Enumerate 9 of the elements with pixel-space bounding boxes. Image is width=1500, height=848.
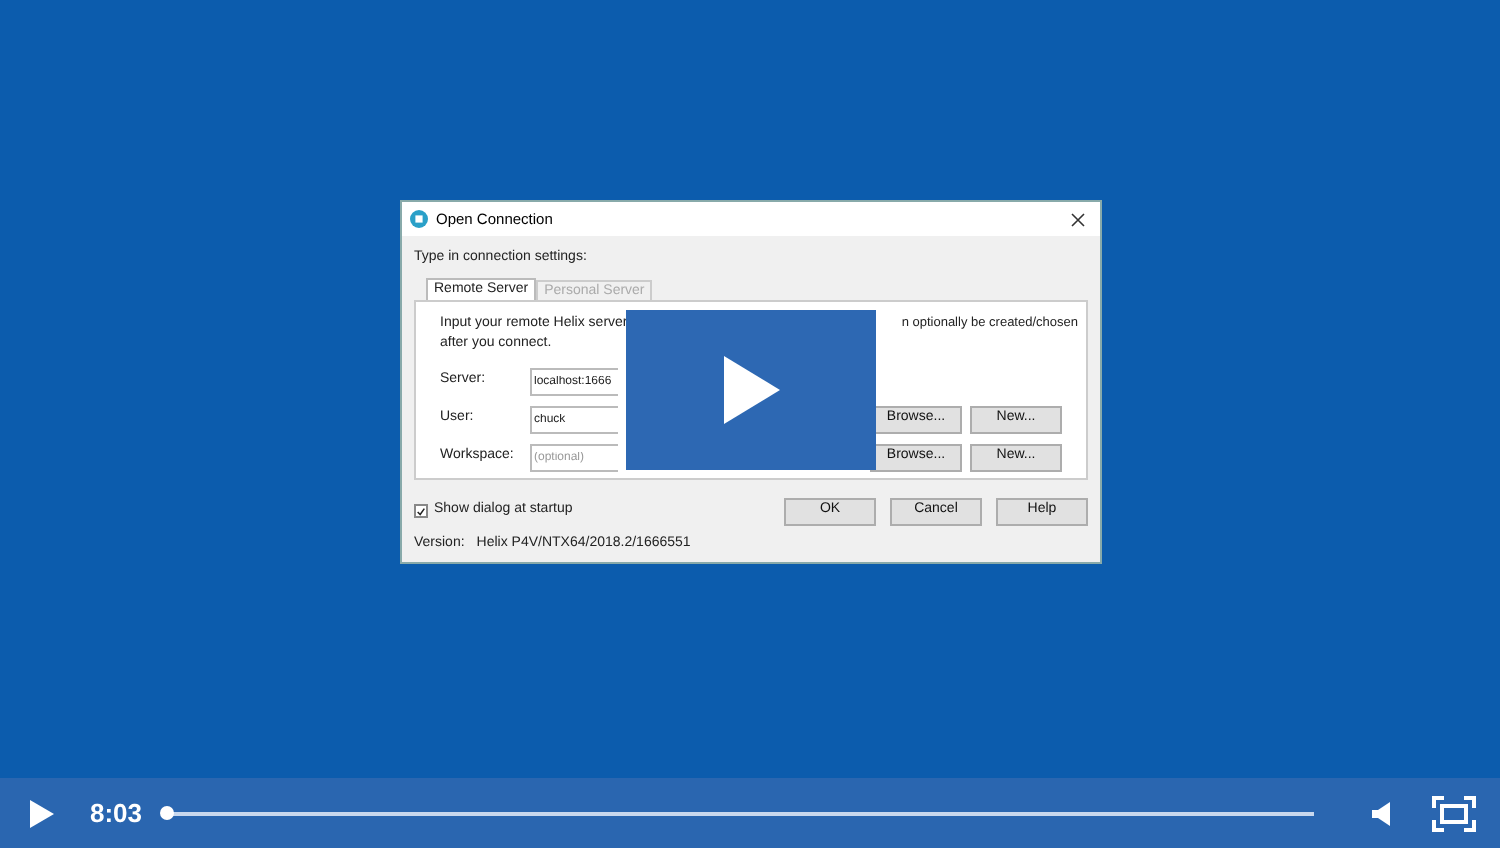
progress-handle[interactable] bbox=[160, 806, 175, 820]
play-overlay-button[interactable] bbox=[626, 310, 876, 470]
time-text: 8:03 bbox=[90, 795, 143, 832]
app-icon bbox=[410, 210, 428, 228]
checkbox[interactable] bbox=[414, 504, 428, 518]
volume-icon[interactable] bbox=[1372, 801, 1392, 825]
fullscreen-icon[interactable] bbox=[1432, 795, 1476, 831]
close-icon[interactable] bbox=[1070, 211, 1086, 227]
play-icon bbox=[723, 356, 779, 424]
